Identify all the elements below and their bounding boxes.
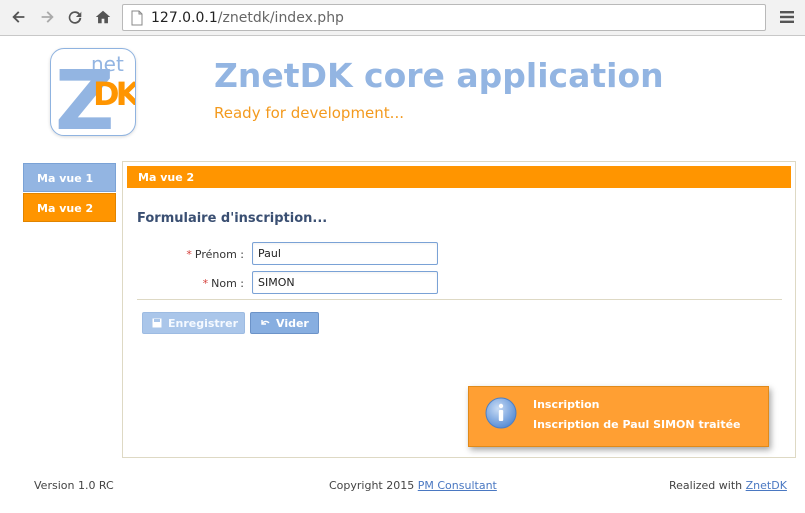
page-icon bbox=[131, 10, 143, 25]
required-mark: * bbox=[186, 248, 192, 261]
pm-consultant-link[interactable]: PM Consultant bbox=[418, 479, 497, 492]
url-path: /znetdk/index.php bbox=[217, 9, 344, 26]
firstname-label-text: Prénom : bbox=[194, 248, 244, 261]
required-mark: * bbox=[202, 277, 209, 290]
notification-message: Inscription de Paul SIMON traitée bbox=[533, 418, 741, 431]
footer-realized: Realized with ZnetDK bbox=[669, 479, 787, 492]
firstname-label: * Prénom : bbox=[186, 248, 244, 261]
forward-arrow-icon[interactable] bbox=[36, 6, 58, 28]
info-icon bbox=[485, 397, 517, 429]
browser-toolbar: 127.0.0.1/znetdk/index.php bbox=[0, 0, 805, 36]
app-subtitle: Ready for development... bbox=[214, 104, 404, 122]
save-button-label: Enregistrer bbox=[168, 316, 238, 330]
realized-text: Realized with bbox=[669, 479, 743, 492]
form-divider bbox=[137, 299, 782, 300]
logo-dk-text: DK bbox=[93, 75, 136, 113]
notification-title: Inscription bbox=[533, 398, 600, 411]
sidebar-item-ma-vue-2[interactable]: Ma vue 2 bbox=[23, 193, 116, 222]
lastname-label: * Nom : bbox=[203, 277, 244, 290]
logo-top-text: net bbox=[91, 52, 124, 76]
back-arrow-icon[interactable] bbox=[8, 6, 30, 28]
save-button[interactable]: Enregistrer bbox=[142, 312, 245, 334]
floppy-disk-icon bbox=[152, 318, 162, 328]
app-logo: Z net DK bbox=[50, 48, 136, 136]
footer-version: Version 1.0 RC bbox=[34, 479, 114, 492]
sidebar-item-ma-vue-1[interactable]: Ma vue 1 bbox=[23, 163, 116, 192]
lastname-label-text: Nom : bbox=[211, 277, 244, 290]
footer-copyright: Copyright 2015 PM Consultant bbox=[329, 479, 497, 492]
undo-icon bbox=[261, 320, 270, 325]
app-title: ZnetDK core application bbox=[214, 56, 664, 95]
form-title: Formulaire d'inscription... bbox=[137, 211, 328, 226]
url-text: 127.0.0.1/znetdk/index.php bbox=[151, 10, 344, 26]
notification-toast[interactable]: Inscription Inscription de Paul SIMON tr… bbox=[468, 386, 769, 447]
panel-title: Ma vue 2 bbox=[127, 166, 791, 188]
url-host: 127.0.0.1 bbox=[151, 9, 218, 26]
copyright-text: Copyright 2015 bbox=[329, 479, 415, 492]
lastname-input[interactable] bbox=[252, 271, 438, 294]
home-icon[interactable] bbox=[92, 6, 114, 28]
clear-button[interactable]: Vider bbox=[250, 312, 319, 334]
reload-icon[interactable] bbox=[64, 6, 86, 28]
clear-button-label: Vider bbox=[276, 316, 309, 330]
znetdk-link[interactable]: ZnetDK bbox=[746, 479, 787, 492]
firstname-input[interactable] bbox=[252, 242, 438, 265]
menu-icon[interactable] bbox=[778, 8, 796, 26]
address-bar[interactable]: 127.0.0.1/znetdk/index.php bbox=[122, 4, 766, 31]
